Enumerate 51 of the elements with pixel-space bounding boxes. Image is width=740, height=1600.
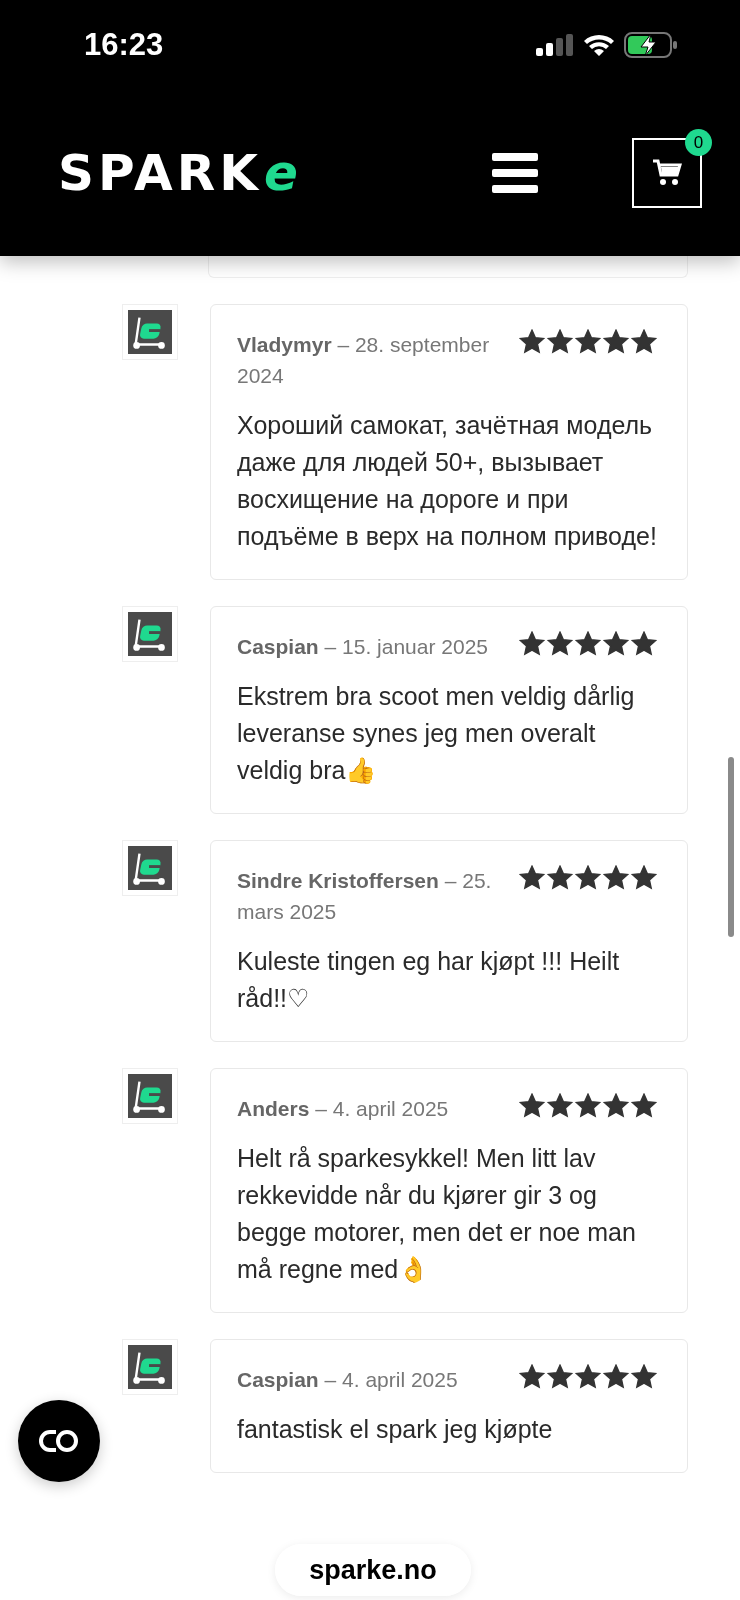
star-icon (547, 865, 573, 891)
star-icon (547, 631, 573, 657)
review-text: Helt rå sparkesykkel! Men litt lav rekkevidde når du kjører gir 3 og begge motorer, men det er noe man må regne med👌 (237, 1143, 637, 1285)
chat-button[interactable] (18, 1400, 100, 1482)
star-icon (631, 329, 657, 355)
scooter-avatar-icon (122, 1339, 178, 1395)
star-icon (631, 1093, 657, 1119)
scooter-avatar-icon (122, 1068, 178, 1124)
star-icon (603, 631, 629, 657)
url-bar[interactable]: sparke.no (275, 1544, 471, 1596)
star-icon (519, 329, 545, 355)
chat-link-icon (38, 1429, 80, 1454)
review-author-date: Vladymyr – 28. september 2024 (237, 332, 491, 389)
star-icon (519, 1093, 545, 1119)
scooter-avatar-icon (122, 304, 178, 360)
logo[interactable]: SPARKe (58, 135, 302, 211)
star-icon (631, 631, 657, 657)
star-icon (547, 329, 573, 355)
wifi-icon (582, 33, 616, 57)
review-text: Kuleste tingen eg har kjøpt !!! Heilt råd!!♡ (237, 946, 621, 1014)
star-icon (575, 329, 601, 355)
star-icon (575, 1364, 601, 1390)
star-icon (547, 1364, 573, 1390)
star-icon (603, 865, 629, 891)
star-icon (575, 1093, 601, 1119)
review-author-date: Caspian – 15. januar 2025 (237, 634, 488, 660)
review-text: Ekstrem bra scoot men veldig dårlig leveranse synes jeg men overalt veldig bra👍 (237, 681, 636, 786)
review-author-date: Caspian – 4. april 2025 (237, 1367, 458, 1393)
star-icon (631, 1364, 657, 1390)
status-time: 16:23 (84, 25, 164, 64)
cart-count-badge: 0 (685, 129, 712, 156)
star-icon (519, 631, 545, 657)
signal-icon (536, 34, 574, 56)
review-text: Хороший самокат, зачётная модель даже для людей 50+, вызывает восхищение на дороге и при подъёме в верх на полном приводе! (237, 410, 657, 552)
cart-icon (652, 159, 682, 187)
cart-button[interactable] (632, 138, 702, 208)
star-icon (575, 631, 601, 657)
review-author-date: Sindre Kristoffersen – 25. mars 2025 (237, 868, 493, 925)
star-icon (519, 1364, 545, 1390)
review-text: fantastisk el spark jeg kjøpte (237, 1414, 554, 1445)
star-icon (631, 865, 657, 891)
scooter-avatar-icon (122, 606, 178, 662)
star-icon (603, 1364, 629, 1390)
star-icon (575, 865, 601, 891)
star-icon (603, 1093, 629, 1119)
star-icon (519, 865, 545, 891)
review-author-date: Anders – 4. april 2025 (237, 1096, 449, 1122)
star-icon (547, 1093, 573, 1119)
battery-charging-icon (624, 32, 678, 58)
star-icon (603, 329, 629, 355)
scooter-avatar-icon (122, 840, 178, 896)
